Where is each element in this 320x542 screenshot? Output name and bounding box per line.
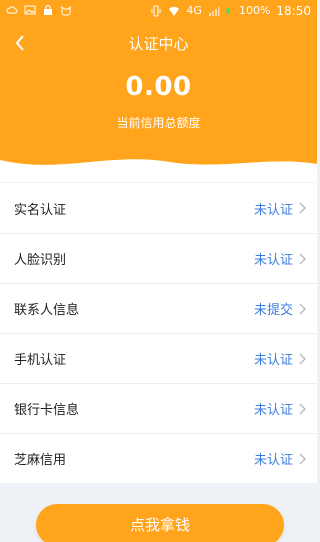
status-bar-right: 4G 100% 18:50: [150, 4, 311, 18]
chevron-right-icon: [299, 353, 306, 364]
battery-icon: [226, 8, 230, 14]
status-bar: 4G 100% 18:50: [0, 0, 317, 24]
network-type: 4G: [186, 4, 202, 17]
item-status: 未认证: [253, 403, 293, 418]
credit-amount-label: 当前信用总额度: [116, 116, 201, 130]
item-status: 未认证: [253, 453, 293, 468]
item-status: 未提交: [253, 303, 293, 318]
chevron-right-icon: [299, 403, 306, 414]
verification-list: 实名认证 未认证 人脸识别 未认证 联系人信息 未提交 手机认证 未认证 银行卡…: [0, 183, 317, 483]
list-item-zhima-credit[interactable]: 芝麻信用 未认证: [0, 433, 317, 483]
item-status: 未认证: [253, 353, 293, 368]
battery-level: 100%: [238, 4, 271, 17]
item-label: 实名认证: [14, 202, 67, 218]
list-item-contacts[interactable]: 联系人信息 未提交: [0, 283, 317, 333]
page-title: 认证中心: [128, 35, 189, 53]
list-item-face-recognition[interactable]: 人脸识别 未认证: [0, 233, 317, 283]
get-money-button[interactable]: 点我拿钱: [36, 504, 284, 542]
chevron-right-icon: [299, 253, 306, 264]
chevron-right-icon: [299, 303, 306, 314]
list-item-phone[interactable]: 手机认证 未认证: [0, 333, 317, 383]
screen: 4G 100% 18:50 认证中心 0.00 当前信用总额度 实名认证 未认证: [0, 0, 317, 542]
wifi-icon: [169, 6, 180, 16]
status-bar-left: [6, 4, 72, 16]
list-item-real-name[interactable]: 实名认证 未认证: [0, 183, 317, 233]
header-wave: [0, 159, 317, 182]
chevron-right-icon: [299, 202, 306, 214]
list-item-bank-card[interactable]: 银行卡信息 未认证: [0, 383, 317, 433]
vibrate-icon: [151, 5, 161, 17]
cat-icon: [61, 5, 71, 16]
item-label: 芝麻信用: [14, 453, 67, 468]
item-label: 人脸识别: [14, 253, 67, 268]
signal-icon: [208, 7, 220, 16]
credit-amount: 0.00: [125, 72, 192, 102]
item-label: 银行卡信息: [14, 403, 80, 418]
cloud-icon: [6, 6, 18, 14]
item-status: 未认证: [253, 202, 293, 218]
chevron-right-icon: [299, 453, 306, 464]
item-label: 联系人信息: [14, 303, 80, 318]
clock: 18:50: [276, 4, 311, 18]
lock-icon: [44, 4, 52, 15]
image-icon: [24, 5, 36, 15]
item-status: 未认证: [253, 253, 293, 268]
item-label: 手机认证: [14, 353, 67, 368]
